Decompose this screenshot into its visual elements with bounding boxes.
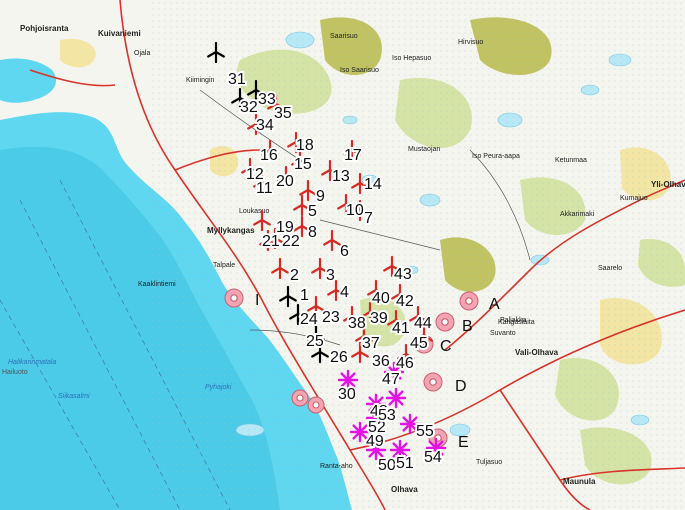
place-name-label: Vali-Olhava [515,348,559,357]
turbine-number-label: 31 [228,71,246,88]
turbine-number-label: 4 [340,284,349,301]
place-name-label: Pyhajoki [205,384,232,391]
turbine-number-label: 23 [322,309,340,326]
turbine-number-label: 35 [274,105,292,122]
turbine-number-label: 17 [344,147,362,164]
turbine-number-label: 3 [326,267,335,284]
place-name-label: Ketunmaa [555,157,587,164]
site-marker-label: I [255,292,259,309]
turbine-number-label: 32 [240,99,258,116]
site-marker-label: B [462,318,473,335]
place-name-label: Akkarimaki [560,211,595,218]
place-name-label: Loukasuo [239,208,269,215]
place-name-label: Siikasalmi [58,393,90,400]
turbine-number-label: 47 [382,371,400,388]
turbine-number-label: 37 [362,335,380,352]
turbine-number-label: 5 [308,203,317,220]
map-view[interactable]: Pohjoisranta Kuivaniemi Ojala Iso Saarisuo I… [0,0,685,510]
turbine-number-label: 30 [338,386,356,403]
turbine-number-label: 24 [300,311,318,328]
place-name-label: Ojala [134,50,150,57]
turbine-number-label: 15 [294,156,312,173]
turbine-number-label: 10 [346,202,364,219]
site-marker-dot [312,401,320,409]
place-name-label: Kaaklintiemi [138,281,176,288]
site-marker-label: D [455,378,467,395]
place-name-label: Paljakka [500,317,527,324]
turbine-number-label: 6 [340,243,349,260]
place-name-label: Suvanto [490,330,516,337]
place-name-label: Talpale [213,262,235,269]
place-name-label: Myllykangas [207,226,255,235]
place-name-label: Saarelo [598,265,622,272]
turbine-number-label: 21 [262,233,280,250]
place-name-label: Iso Saarisuo [340,67,379,74]
turbine-number-label: 9 [316,188,325,205]
turbine-number-label: 25 [306,333,324,350]
place-name-label: Saarisuo [330,33,358,40]
topographic-map[interactable]: Pohjoisranta Kuivaniemi Ojala Iso Saarisuo I… [0,0,685,510]
turbine-number-label: 16 [260,147,278,164]
turbine-number-label: 22 [282,233,300,250]
turbine-number-label: 50 [378,457,396,474]
turbine-number-label: 38 [348,315,366,332]
place-name-label: Iso Hepasuo [392,55,431,62]
turbine-number-label: 40 [372,290,390,307]
place-name-label: Iso Peura-aapa [472,153,520,160]
turbine-number-label: 44 [414,315,432,332]
place-name-label: Hailuoto [2,369,28,376]
place-name-label: Kiimingin [186,77,215,84]
turbine-number-label: 43 [394,266,412,283]
site-marker-dot [465,297,473,305]
turbine-number-label: 36 [372,353,390,370]
turbine-number-label: 39 [370,310,388,327]
place-name-label: Hirvisuo [458,39,483,46]
site-marker-dot [441,318,449,326]
turbine-number-label: 20 [276,173,294,190]
turbine-number-label: 46 [396,355,414,372]
turbine-number-label: 42 [396,293,414,310]
turbine-number-label: 1 [300,287,309,304]
place-name-label: Yli-Olhava [651,180,685,189]
place-name-label: Mustaojan [408,146,440,153]
turbine-number-label: 41 [392,320,410,337]
site-marker-dot [429,378,437,386]
site-marker-dot [296,394,304,402]
turbine-number-label: 7 [364,210,373,227]
turbine-number-label: 14 [364,176,382,193]
place-name-label: Pohjoisranta [20,24,69,33]
site-marker-label: E [458,434,469,451]
place-name-label: Kuivaniemi [98,29,141,38]
site-marker-dot [230,294,238,302]
turbine-number-label: 55 [416,423,434,440]
turbine-number-label: 18 [296,137,314,154]
place-name-label: Tuljasuo [476,459,502,466]
turbine-number-label: 54 [424,449,442,466]
place-name-label: Halikarinmatala [8,359,56,366]
place-name-label: Olhava [391,485,418,494]
place-name-label: Ranta-aho [320,463,353,470]
turbine-number-label: 8 [308,224,317,241]
turbine-number-label: 2 [290,267,299,284]
place-name-label: Kumajuo [620,195,648,202]
site-marker-label: A [489,296,500,313]
turbine-number-label: 12 [246,166,264,183]
site-marker-label: C [440,338,452,355]
turbine-number-label: 51 [396,455,414,472]
turbine-number-label: 45 [410,335,428,352]
place-name-label: Maunula [563,477,596,486]
turbine-number-label: 34 [256,117,274,134]
turbine-number-label: 13 [332,168,350,185]
turbine-number-label: 26 [330,349,348,366]
turbine-number-label: 53 [378,407,396,424]
wind-turbine-icon [385,387,407,409]
